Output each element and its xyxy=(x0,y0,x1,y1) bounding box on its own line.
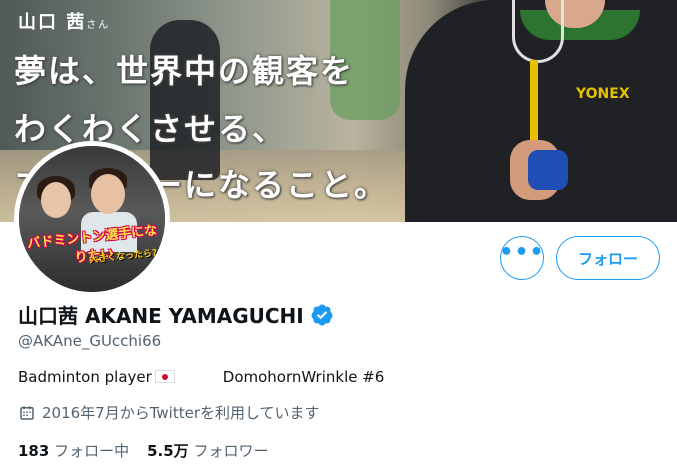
display-name: 山口茜 AKANE YAMAGUCHI xyxy=(18,300,334,329)
following-count: 183 xyxy=(18,442,50,460)
verified-badge-icon xyxy=(311,304,333,325)
banner-name-suffix: さん xyxy=(86,20,111,31)
brand-logo: YONEX xyxy=(576,86,630,102)
followers-link[interactable]: 5.5万 フォロワー xyxy=(147,442,268,460)
profile-bio: Badminton player DomohornWrinkle #6 xyxy=(18,368,384,386)
join-date: 2016年7月からTwitterを利用しています xyxy=(18,402,320,423)
banner-slogan-line-1: 夢は、世界中の観客を xyxy=(14,52,355,90)
bio-text-2: DomohornWrinkle #6 xyxy=(222,368,385,386)
following-link[interactable]: 183 フォロー中 xyxy=(18,442,129,460)
follow-button[interactable]: フォロー xyxy=(556,236,660,280)
avatar-child-face-1 xyxy=(41,182,71,218)
banner-name-text: 山口 茜 xyxy=(18,12,87,33)
followers-count: 5.5万 xyxy=(147,442,189,460)
display-name-text: 山口茜 AKANE YAMAGUCHI xyxy=(18,304,304,328)
user-handle: @AKAne_GUcchi66 xyxy=(18,332,162,350)
racket-icon xyxy=(512,0,564,63)
profile-stats: 183 フォロー中 5.5万 フォロワー xyxy=(18,440,268,461)
more-icon: ••• xyxy=(499,240,545,265)
following-label: フォロー中 xyxy=(54,442,130,460)
more-options-button[interactable]: ••• xyxy=(499,236,545,280)
banner-name: 山口 茜さん xyxy=(18,8,110,34)
bio-text-1: Badminton player xyxy=(18,368,152,386)
racket-handle xyxy=(530,60,538,150)
avatar[interactable]: バドミントン選手になりたい 大きくなったら? xyxy=(14,141,170,297)
calendar-icon xyxy=(20,405,34,420)
banner-wristband xyxy=(528,150,568,190)
join-date-text: 2016年7月からTwitterを利用しています xyxy=(42,404,320,422)
avatar-image: バドミントン選手になりたい 大きくなったら? xyxy=(19,146,165,292)
japan-flag-icon xyxy=(154,370,175,383)
banner-slogan-line-2: わくわくさせる、 xyxy=(14,110,287,148)
avatar-child-face-2 xyxy=(91,174,125,214)
followers-label: フォロワー xyxy=(193,442,269,460)
